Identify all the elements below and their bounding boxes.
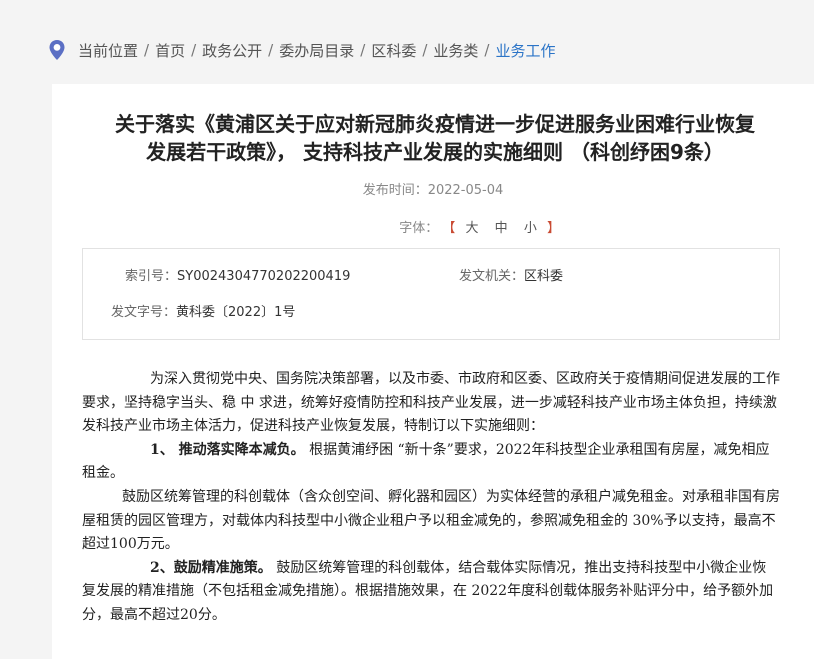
font-size-selector: 字体： 【 大 中 小 】 <box>399 221 560 236</box>
publish-date-label: 发布时间： <box>362 183 428 198</box>
item-2-heading: 2、鼓励精准施策。 <box>150 559 272 576</box>
font-size-label: 字体： <box>399 221 439 236</box>
article-title: 关于落实《黄浦区关于应对新冠肺炎疫情进一步促进服务业困难行业恢复 发展若干政策》… <box>80 110 790 166</box>
location-pin-icon <box>49 40 65 60</box>
font-size-large-button[interactable]: 大 <box>466 221 479 236</box>
document-metadata-box: 索引号：SY0024304770202200419 发文机关：区科委 发文字号：… <box>82 248 780 340</box>
paragraph-item-2: 2、鼓励精准施策。 鼓励区统筹管理的科创载体，结合载体实际情况，推出支持科技型中… <box>82 557 780 628</box>
issuing-organ-label: 发文机关： <box>459 269 525 284</box>
document-number: 发文字号：黄科委〔2022〕1号 <box>111 301 295 320</box>
breadcrumb: 当前位置 / 首页 / 政务公开 / 委办局目录 / 区科委 / 业务类 / 业… <box>48 38 555 62</box>
breadcrumb-item-bureau-directory[interactable]: 委办局目录 <box>279 40 354 61</box>
index-number: 索引号：SY0024304770202200419 <box>125 265 350 284</box>
breadcrumb-label: 当前位置 <box>78 41 139 60</box>
breadcrumb-item-gov-affairs[interactable]: 政务公开 <box>202 40 262 61</box>
breadcrumb-item-district-sci-committee[interactable]: 区科委 <box>371 40 416 61</box>
article-title-line-1: 关于落实《黄浦区关于应对新冠肺炎疫情进一步促进服务业困难行业恢复 <box>115 112 755 136</box>
paragraph-item-1: 1、 推动落实降本减负。 根据黄浦纾困 “新十条”要求，2022年科技型企业承租… <box>82 439 780 486</box>
publish-date: 发布时间：2022-05-04 <box>52 179 814 198</box>
issuing-organ: 发文机关：区科委 <box>459 265 563 284</box>
article-body: 为深入贯彻党中央、国务院决策部署，以及市委、市政府和区委、区政府关于疫情期间促进… <box>82 368 780 628</box>
index-number-value: SY0024304770202200419 <box>177 269 351 284</box>
font-size-small-button[interactable]: 小 <box>524 221 537 236</box>
paragraph-intro: 为深入贯彻党中央、国务院决策部署，以及市委、市政府和区委、区政府关于疫情期间促进… <box>82 371 780 435</box>
article-card: 关于落实《黄浦区关于应对新冠肺炎疫情进一步促进服务业困难行业恢复 发展若干政策》… <box>52 84 814 659</box>
document-number-value: 黄科委〔2022〕1号 <box>176 305 296 320</box>
document-number-label: 发文字号： <box>111 305 177 320</box>
breadcrumb-item-business-category[interactable]: 业务类 <box>433 40 478 61</box>
article-title-line-2: 发展若干政策》， 支持科技产业发展的实施细则 （科创纾困9条） <box>146 140 724 164</box>
breadcrumb-item-current[interactable]: 业务工作 <box>495 40 555 61</box>
paragraph-item-1-detail: 鼓励区统筹管理的科创载体（含众创空间、孵化器和园区）为实体经营的承租户减免租金。… <box>82 488 780 553</box>
item-1-heading: 1、 推动落实降本减负。 <box>150 441 305 458</box>
publish-date-value: 2022-05-04 <box>427 183 504 198</box>
issuing-organ-value: 区科委 <box>524 269 564 284</box>
breadcrumb-item-home[interactable]: 首页 <box>155 40 185 61</box>
index-number-label: 索引号： <box>125 269 178 284</box>
font-size-medium-button[interactable]: 中 <box>495 221 508 236</box>
